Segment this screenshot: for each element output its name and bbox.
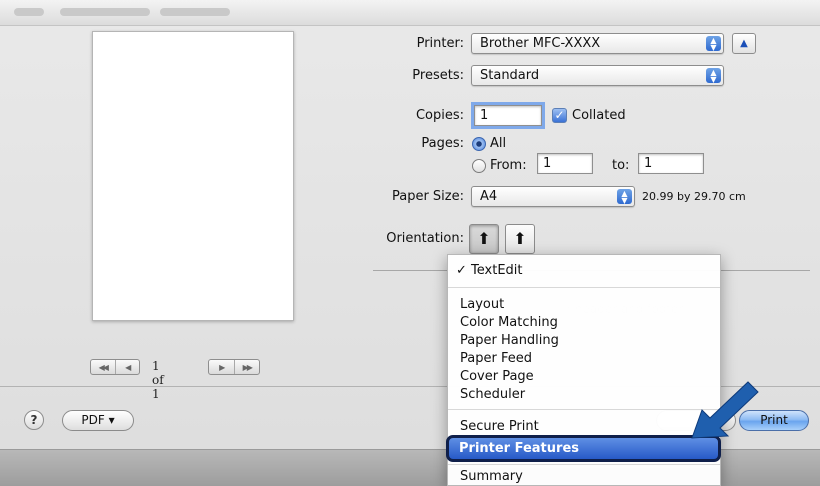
- menu-separator: [448, 464, 720, 465]
- updown-arrows-icon: ▲ ▼: [617, 189, 632, 205]
- menu-item-paper-feed[interactable]: Paper Feed: [460, 351, 532, 366]
- printer-value: Brother MFC-XXXX: [480, 36, 601, 51]
- orientation-label: Orientation:: [386, 231, 464, 246]
- menu-separator: [448, 287, 720, 288]
- disclosure-button[interactable]: ▲: [732, 33, 756, 54]
- collated-label: Collated: [572, 108, 626, 123]
- window-controls: [14, 8, 44, 16]
- copies-field[interactable]: 1: [471, 102, 545, 129]
- pdf-button[interactable]: PDF ▾: [62, 410, 134, 431]
- triangle-up-icon: ▲: [740, 38, 748, 49]
- printer-label: Printer:: [416, 36, 464, 51]
- menu-item-secure-print[interactable]: Secure Print: [460, 419, 539, 434]
- title-bar: [0, 0, 820, 26]
- pages-to-label: to:: [612, 158, 630, 173]
- pages-to-field[interactable]: 1: [638, 153, 704, 174]
- presets-label: Presets:: [412, 68, 464, 83]
- printer-popup[interactable]: Brother MFC-XXXX ▲ ▼: [471, 33, 724, 54]
- first-prev-buttons[interactable]: ◀◀ ◀: [90, 359, 140, 375]
- paper-dimensions: 20.99 by 29.70 cm: [642, 190, 746, 203]
- updown-arrows-icon: ▲ ▼: [706, 36, 721, 52]
- page-count: 1 of 1: [152, 359, 164, 401]
- updown-arrows-icon: ▲ ▼: [706, 68, 721, 84]
- paper-size-popup[interactable]: A4 ▲ ▼: [471, 186, 635, 207]
- highlight-ring: [446, 435, 721, 462]
- menu-item-cover-page[interactable]: Cover Page: [460, 369, 534, 384]
- menu-item-color-matching[interactable]: Color Matching: [460, 315, 558, 330]
- pages-all-label: All: [490, 136, 507, 151]
- menu-separator: [448, 409, 720, 410]
- menu-item-scheduler[interactable]: Scheduler: [460, 387, 525, 402]
- portrait-button[interactable]: ⬆: [469, 224, 499, 254]
- presets-popup[interactable]: Standard ▲ ▼: [471, 65, 724, 86]
- menu-item-textedit[interactable]: ✓ TextEdit: [456, 263, 523, 278]
- pages-all-radio[interactable]: [472, 137, 486, 151]
- pointer-arrow-icon: [691, 381, 759, 439]
- pages-from-label: From:: [490, 158, 527, 173]
- toolbar-ghost-2: [160, 8, 230, 16]
- next-last-buttons[interactable]: ▶ ▶▶: [208, 359, 260, 375]
- pages-label: Pages:: [421, 136, 464, 151]
- pages-from-radio[interactable]: [472, 159, 486, 173]
- last-page-icon[interactable]: ▶▶: [233, 360, 260, 374]
- collated-checkbox[interactable]: ✓: [552, 108, 567, 123]
- landscape-orientation-icon: ⬆: [513, 229, 527, 248]
- presets-value: Standard: [480, 68, 540, 83]
- help-button[interactable]: ?: [24, 410, 44, 430]
- pages-from-field[interactable]: 1: [537, 153, 593, 174]
- menu-item-paper-handling[interactable]: Paper Handling: [460, 333, 559, 348]
- copies-label: Copies:: [415, 108, 464, 123]
- first-page-icon[interactable]: ◀◀: [91, 360, 115, 374]
- landscape-button[interactable]: ⬆: [505, 224, 535, 254]
- paper-size-value: A4: [480, 189, 498, 204]
- menu-item-summary[interactable]: Summary: [460, 469, 523, 484]
- paper-size-label: Paper Size:: [391, 189, 464, 204]
- menu-item-layout[interactable]: Layout: [460, 297, 504, 312]
- toolbar-ghost: [60, 8, 150, 16]
- next-page-icon[interactable]: ▶: [209, 360, 234, 374]
- portrait-orientation-icon: ⬆: [477, 229, 491, 248]
- prev-page-icon[interactable]: ◀: [114, 360, 140, 374]
- page-preview: [92, 31, 294, 321]
